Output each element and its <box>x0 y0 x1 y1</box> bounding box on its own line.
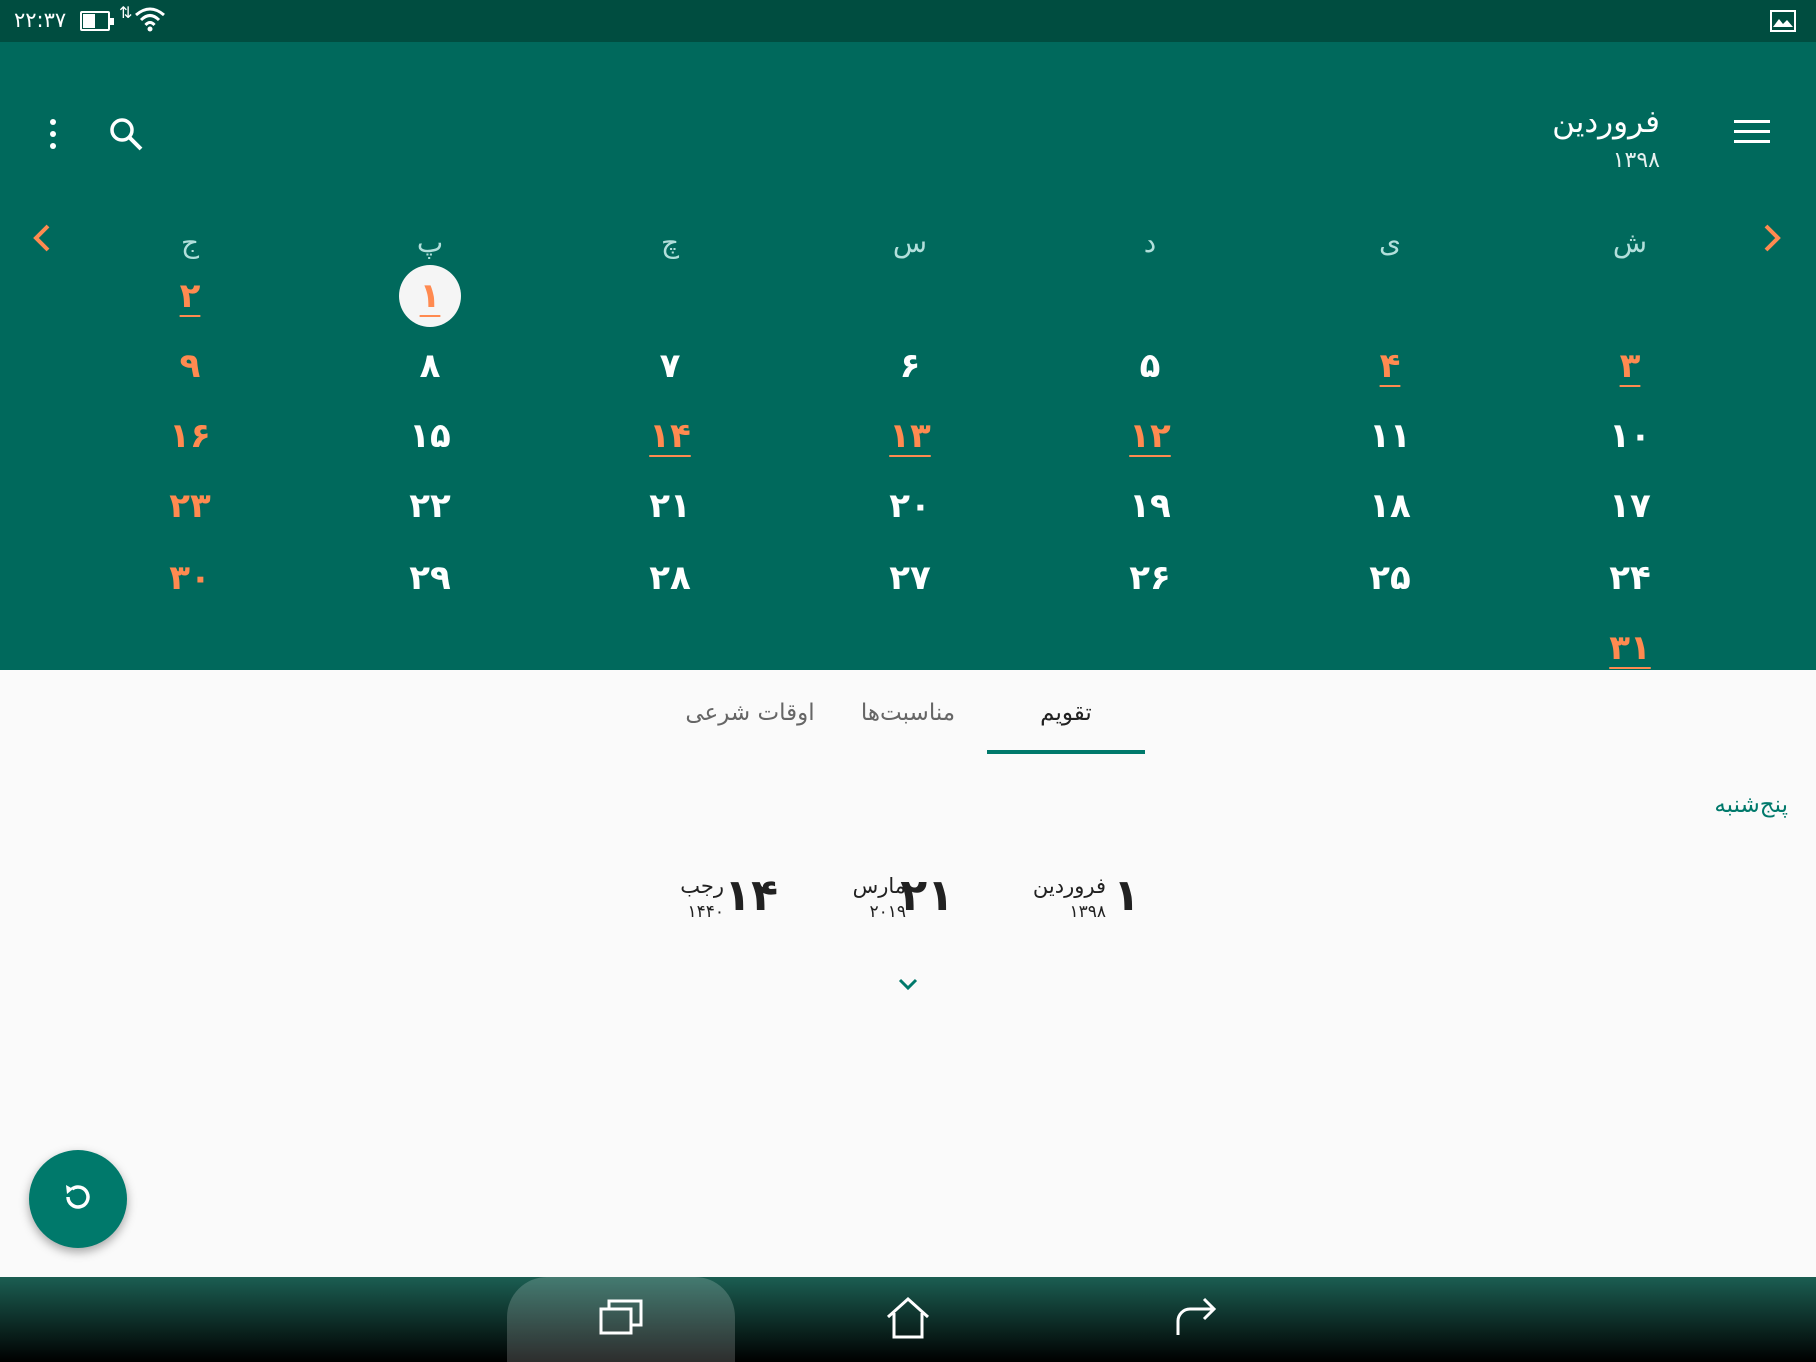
gregorian-day: ۲۱ <box>900 870 954 921</box>
gregorian-month: مارس <box>852 874 906 898</box>
chevron-right-icon[interactable] <box>1760 222 1784 258</box>
battery-icon <box>80 11 114 31</box>
gregorian-date[interactable]: ۲۱ مارس ۲۰۱۹ <box>850 870 960 930</box>
calendar-day[interactable]: ۳ <box>1590 334 1670 398</box>
weekday-header: چ <box>660 226 680 259</box>
status-time: ۲۲:۳۷ <box>14 8 67 32</box>
tab-calendar[interactable]: تقویم <box>976 700 1156 726</box>
calendar-day[interactable]: ۱۹ <box>1110 474 1190 538</box>
weekday-header: ی <box>1379 226 1401 259</box>
selected-weekday: پنج‌شنبه <box>1714 792 1788 818</box>
calendar-day[interactable]: ۲۵ <box>1350 546 1430 610</box>
calendar-day[interactable]: ۲۴ <box>1590 546 1670 610</box>
weekday-header: پ <box>416 226 444 259</box>
calendar-day[interactable]: ۱۶ <box>150 404 230 468</box>
search-icon[interactable] <box>108 116 144 156</box>
calendar-day[interactable]: ۱۲ <box>1110 404 1190 468</box>
calendar-day[interactable]: ۵ <box>1110 334 1190 398</box>
calendar-day[interactable]: ۲۰ <box>870 474 950 538</box>
calendar-day[interactable]: ۱۴ <box>630 404 710 468</box>
calendar-day[interactable]: ۷ <box>630 334 710 398</box>
data-activity-icon: ⇅ <box>119 3 133 22</box>
calendar-day[interactable]: ۱۰ <box>1590 404 1670 468</box>
tab-indicator <box>987 750 1145 754</box>
recents-icon[interactable] <box>597 1295 645 1343</box>
persian-month: فروردین <box>1032 874 1106 898</box>
chevron-left-icon[interactable] <box>30 222 54 258</box>
calendar-day[interactable]: ۱۱ <box>1350 404 1430 468</box>
tab-prayer-times[interactable]: اوقات شرعی <box>660 700 840 726</box>
gregorian-year: ۲۰۱۹ <box>869 902 906 922</box>
chevron-down-icon[interactable] <box>898 976 918 995</box>
tab-bar: تقویم مناسبت‌ها اوقات شرعی <box>0 670 1816 760</box>
weekday-header: د <box>1143 226 1157 259</box>
weekday-header: ش <box>1612 226 1648 259</box>
calendar-day[interactable]: ۴ <box>1350 334 1430 398</box>
refresh-icon <box>58 1177 98 1221</box>
calendar-day[interactable]: ۲۱ <box>630 474 710 538</box>
calendar-day[interactable]: ۳۰ <box>150 546 230 610</box>
wifi-icon <box>134 6 166 36</box>
status-bar: ۲۲:۳۷ ⇅ <box>0 0 1816 42</box>
calendar-day[interactable]: ۸ <box>390 334 470 398</box>
calendar-day[interactable]: ۱۵ <box>390 404 470 468</box>
calendar-day[interactable]: ۲۳ <box>150 474 230 538</box>
islamic-day: ۱۴ <box>724 870 778 921</box>
calendar-header: فروردین ۱۳۹۸ ش ی د س چ پ ج ۱ ۲ ۳ ۴ ۵ ۶ ۷ ۸ ۹ ۱۰ ۱۱ ۱۲ ۱۳ ۱۴ ۱… <box>0 42 1816 670</box>
calendar-day[interactable]: ۲۸ <box>630 546 710 610</box>
persian-date[interactable]: ۱ فروردین ۱۳۹۸ <box>1030 870 1140 930</box>
calendar-day[interactable]: ۲۷ <box>870 546 950 610</box>
weekday-header: ج <box>180 226 200 259</box>
calendar-day[interactable]: ۹ <box>150 334 230 398</box>
year-title: ۱۳۹۸ <box>1612 148 1660 173</box>
islamic-year: ۱۴۴۰ <box>687 902 724 922</box>
month-title[interactable]: فروردین <box>1552 104 1660 140</box>
back-icon[interactable] <box>1172 1295 1220 1343</box>
weekday-header: س <box>892 226 928 259</box>
islamic-month: رجب <box>680 874 724 898</box>
islamic-date[interactable]: ۱۴ رجب ۱۴۴۰ <box>670 870 780 930</box>
tab-occasions[interactable]: مناسبت‌ها <box>818 700 998 726</box>
calendar-day[interactable]: ۱۷ <box>1590 474 1670 538</box>
calendar-day[interactable]: ۱۳ <box>870 404 950 468</box>
calendar-day-today[interactable]: ۱ <box>399 265 461 327</box>
calendar-day[interactable]: ۶ <box>870 334 950 398</box>
today-fab-button[interactable] <box>29 1150 127 1248</box>
persian-year: ۱۳۹۸ <box>1069 902 1106 922</box>
calendar-day[interactable]: ۲ <box>150 264 230 328</box>
system-navigation-bar <box>0 1277 1816 1362</box>
home-icon[interactable] <box>884 1295 932 1345</box>
calendar-day[interactable]: ۲۹ <box>390 546 470 610</box>
menu-icon[interactable] <box>1734 118 1770 150</box>
calendar-day[interactable]: ۱۸ <box>1350 474 1430 538</box>
more-vert-icon[interactable] <box>46 118 60 154</box>
calendar-day[interactable]: ۲۶ <box>1110 546 1190 610</box>
calendar-day[interactable]: ۲۲ <box>390 474 470 538</box>
gallery-icon <box>1770 10 1796 36</box>
persian-day: ۱ <box>1113 870 1140 921</box>
